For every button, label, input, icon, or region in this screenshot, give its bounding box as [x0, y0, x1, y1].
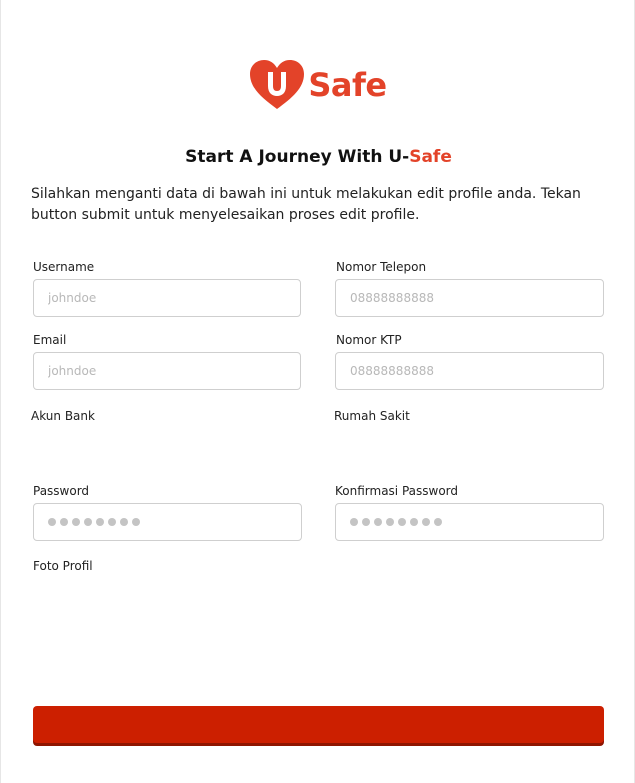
password-dot-icon — [108, 518, 116, 526]
title-accent: Safe — [409, 147, 452, 167]
page-title: Start A Journey With U-Safe — [1, 147, 635, 167]
ktp-input[interactable] — [335, 352, 604, 390]
password-dot-icon — [350, 518, 358, 526]
password-dot-icon — [132, 518, 140, 526]
brand-name: Safe — [308, 66, 387, 104]
heart-u-logo-icon — [250, 60, 305, 109]
password-dot-icon — [410, 518, 418, 526]
bank-account-label: Akun Bank — [31, 409, 95, 423]
password-dot-icon — [48, 518, 56, 526]
confirm-password-input[interactable] — [335, 503, 604, 541]
password-dot-icon — [398, 518, 406, 526]
phone-label: Nomor Telepon — [336, 260, 427, 274]
edit-profile-card: Safe Start A Journey With U-Safe Silahka… — [0, 0, 635, 783]
password-dot-icon — [72, 518, 80, 526]
password-dot-icon — [362, 518, 370, 526]
usafe-logo: Safe — [1, 60, 635, 110]
phone-input[interactable] — [335, 279, 604, 317]
email-input[interactable] — [33, 352, 301, 390]
profile-photo-label: Foto Profil — [33, 559, 93, 573]
password-dot-icon — [374, 518, 382, 526]
password-dot-icon — [422, 518, 430, 526]
password-dot-icon — [386, 518, 394, 526]
title-prefix: Start A Journey With U- — [185, 147, 410, 167]
password-input[interactable] — [33, 503, 302, 541]
password-label: Password — [33, 484, 90, 498]
hospital-label: Rumah Sakit — [334, 409, 410, 423]
ktp-label: Nomor KTP — [336, 333, 402, 347]
password-dot-icon — [60, 518, 68, 526]
submit-button[interactable] — [33, 706, 604, 743]
username-label: Username — [33, 260, 95, 274]
password-dot-icon — [120, 518, 128, 526]
confirm-password-label: Konfirmasi Password — [335, 484, 458, 498]
password-dot-icon — [96, 518, 104, 526]
page-description: Silahkan menganti data di bawah ini untu… — [31, 186, 581, 223]
password-dot-icon — [84, 518, 92, 526]
password-dot-icon — [434, 518, 442, 526]
email-label: Email — [33, 333, 67, 347]
username-input[interactable] — [33, 279, 301, 317]
